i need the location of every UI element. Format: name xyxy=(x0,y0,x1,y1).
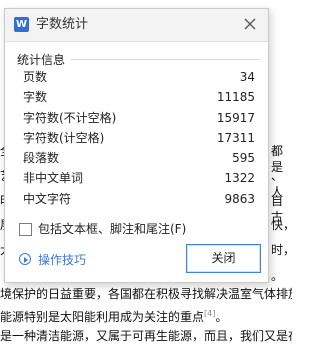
doc-text-line: 是一种清洁能源，又属于可再生能源，而且，我们又是在能 xyxy=(0,329,292,343)
stat-row-paragraphs: 段落数 595 xyxy=(23,148,255,168)
stat-value: 595 xyxy=(232,151,255,166)
stat-value: 15917 xyxy=(216,110,255,125)
checkbox-label[interactable]: 包括文本框、脚注和尾注(F) xyxy=(38,221,186,237)
document-window: 全 艺 明 展 大 都是 、人 自古 快， 时， 。 境保护的日益重要，各国都在… xyxy=(0,0,292,345)
tips-link-label[interactable]: 操作技巧 xyxy=(38,252,86,268)
statistics-list: 页数 34 字数 11185 字符数(不计空格) 15917 字符数(计空格) … xyxy=(23,67,255,209)
stat-row-words: 字数 11185 xyxy=(23,87,255,107)
section-title: 统计信息 xyxy=(17,53,66,67)
doc-text-line: 能源特别是太阳能利用成为关注的重点[4]。 xyxy=(0,306,227,325)
close-icon[interactable] xyxy=(241,15,259,33)
stat-label: 段落数 xyxy=(23,151,60,166)
stat-row-chars-with-spaces: 字符数(计空格) 17311 xyxy=(23,128,255,148)
stat-value: 34 xyxy=(239,70,255,84)
stat-value: 11185 xyxy=(216,90,255,105)
play-circle-icon xyxy=(19,253,31,265)
footnote-marker[interactable]: [4] xyxy=(204,309,215,318)
stat-row-chars-no-spaces: 字符数(不计空格) 15917 xyxy=(23,108,255,128)
close-button[interactable]: 关闭 xyxy=(186,244,261,273)
stat-row-chinese-chars: 中文字符 9863 xyxy=(23,189,255,209)
doc-text-line: 境保护的日益重要，各国都在积极寻找解决温室气体排放 xyxy=(0,287,292,301)
stat-label: 中文字符 xyxy=(23,191,72,206)
word-count-dialog: W 字数统计 统计信息 页数 34 字数 11185 字符数(不计空格) 159… xyxy=(4,8,269,283)
wps-writer-logo-icon: W xyxy=(14,17,29,32)
dialog-title: 字数统计 xyxy=(36,17,89,32)
close-icon-glyph xyxy=(244,18,256,30)
stat-value: 1322 xyxy=(224,171,255,186)
stat-label: 字符数(不计空格) xyxy=(23,110,117,125)
checkbox-box[interactable] xyxy=(19,223,32,236)
stat-value: 17311 xyxy=(216,130,255,145)
doc-fragment-right: 快， xyxy=(271,218,292,232)
doc-fragment-right: 。 xyxy=(271,269,284,283)
doc-fragment-right: 时， xyxy=(271,243,292,257)
stat-label: 页数 xyxy=(23,70,48,84)
stat-row-non-chinese-words: 非中文单词 1322 xyxy=(23,168,255,188)
stat-label: 字数 xyxy=(23,90,48,105)
doc-text-span: 能源特别是太阳能利用成为关注的重点 xyxy=(0,310,205,324)
doc-text-span: 。 xyxy=(215,310,228,324)
dialog-title-bar[interactable]: W 字数统计 xyxy=(5,9,268,42)
stat-label: 非中文单词 xyxy=(23,171,84,186)
stat-label: 字符数(计空格) xyxy=(23,130,105,145)
section-divider xyxy=(71,59,260,60)
stat-row-pages: 页数 34 xyxy=(23,67,255,87)
stat-value: 9863 xyxy=(224,191,255,206)
